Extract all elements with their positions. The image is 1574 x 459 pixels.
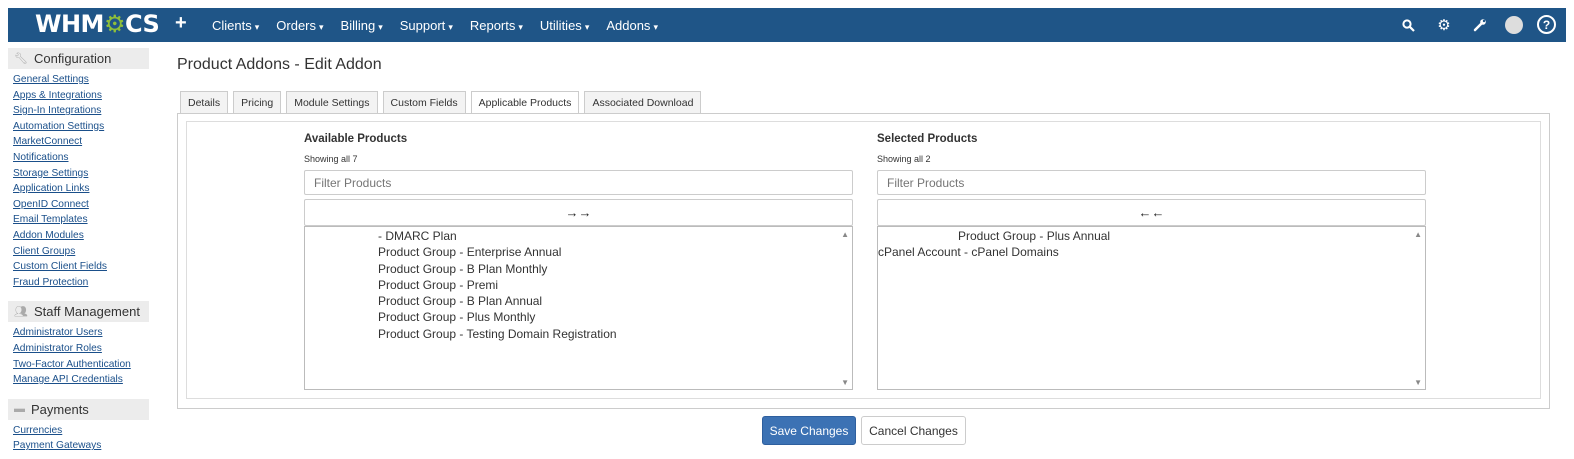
tab-custom-fields[interactable]: Custom Fields [382,91,466,114]
list-item[interactable]: - DMARC Plan [378,228,852,244]
cancel-changes-button[interactable]: Cancel Changes [861,416,966,445]
sidebar-link-fraud-protection[interactable]: Fraud Protection [13,275,149,291]
sidebar-link-storage-settings[interactable]: Storage Settings [13,166,149,182]
selected-products-list[interactable]: Product Group - Plus Annual cPanel Accou… [877,226,1426,390]
sidebar-link-manage-api-credentials[interactable]: Manage API Credentials [13,372,149,388]
wrench-icon[interactable] [1469,14,1491,36]
help-icon[interactable]: ? [1537,15,1556,34]
sidebar-link-automation-settings[interactable]: Automation Settings [13,119,149,135]
available-products-title: Available Products [304,133,408,145]
sidebar-link-email-templates[interactable]: Email Templates [13,212,149,228]
chevron-down-icon: ▾ [378,22,383,32]
chevron-down-icon: ▾ [584,22,590,32]
available-products-count: Showing all 7 [304,154,358,164]
list-item[interactable]: Product Group - Plus Annual [878,228,1425,244]
logo-gear-icon: ⚙ [103,10,126,38]
nav-utilities[interactable]: Utilities ▾ [540,18,589,33]
scroll-down-icon[interactable]: ▼ [1414,378,1422,387]
sidebar-link-apps-integrations[interactable]: Apps & Integrations [13,88,149,104]
chevron-down-icon: ▾ [653,22,658,32]
list-item[interactable]: Product Group - Enterprise Annual [378,244,852,260]
sidebar-section-staff-management: 👥︎ Staff Management [8,301,149,323]
sidebar: 🔧︎ Configuration General Settings Apps &… [8,48,149,456]
nav-orders[interactable]: Orders ▾ [276,18,323,33]
list-item[interactable]: Product Group - Testing Domain Registrat… [378,326,852,342]
list-item[interactable]: cPanel Account - cPanel Domains [878,244,1425,260]
move-all-left-button[interactable]: ←← [877,199,1426,226]
tab-associated-download[interactable]: Associated Download [584,91,702,114]
chevron-down-icon: ▾ [319,22,324,32]
tab-pricing[interactable]: Pricing [233,91,282,114]
nav-support[interactable]: Support ▾ [400,18,453,33]
payments-links: Currencies Payment Gateways [8,420,149,459]
users-icon: 👥︎ [14,306,28,319]
sidebar-link-openid-connect[interactable]: OpenID Connect [13,197,149,213]
save-changes-button[interactable]: Save Changes [762,416,856,445]
chevron-down-icon: ▾ [518,22,523,32]
nav-icon-group: ⚙ ? [1383,14,1556,36]
sidebar-link-custom-client-fields[interactable]: Custom Client Fields [13,259,149,275]
sidebar-link-notifications[interactable]: Notifications [13,150,149,166]
sidebar-section-payments: ▬ Payments [8,398,149,420]
tab-module-settings[interactable]: Module Settings [286,91,378,114]
sidebar-link-administrator-users[interactable]: Administrator Users [13,325,149,341]
chevron-down-icon: ▾ [448,22,453,32]
selected-filter-input[interactable] [877,170,1426,195]
list-item[interactable]: Product Group - Premi [378,277,852,293]
chevron-down-icon: ▾ [254,22,260,32]
sidebar-section-configuration: 🔧︎ Configuration [8,48,149,69]
tab-bar: Details Pricing Module Settings Custom F… [180,91,706,115]
staff-management-links: Administrator Users Administrator Roles … [8,322,149,392]
wrench-icon: 🔧︎ [14,53,28,65]
scroll-up-icon[interactable]: ▲ [1414,230,1422,239]
tab-applicable-products[interactable]: Applicable Products [470,91,580,115]
settings-icon[interactable]: ⚙ [1433,14,1455,36]
sidebar-link-marketconnect[interactable]: MarketConnect [13,134,149,150]
configuration-links: General Settings Apps & Integrations Sig… [8,69,149,295]
dual-listbox: Available Products Showing all 7 →→ - DM… [186,121,1541,399]
user-avatar-icon[interactable] [1505,16,1523,34]
available-products-list[interactable]: - DMARC Plan Product Group - Enterprise … [304,226,853,390]
sidebar-link-client-groups[interactable]: Client Groups [13,244,149,260]
nav-reports[interactable]: Reports ▾ [470,18,523,33]
selected-products-title: Selected Products [877,133,978,145]
money-icon: ▬ [14,403,25,416]
tab-content-panel: Available Products Showing all 7 →→ - DM… [177,113,1550,409]
nav-billing[interactable]: Billing ▾ [341,18,383,33]
page-title: Product Addons - Edit Addon [177,56,382,73]
list-item[interactable]: Product Group - Plus Monthly [378,309,852,325]
scroll-up-icon[interactable]: ▲ [841,230,849,239]
search-icon[interactable] [1397,14,1419,36]
main-menu: Clients ▾ Orders ▾ Billing ▾ Support ▾ Repor… [212,18,675,33]
move-all-right-button[interactable]: →→ [304,199,853,226]
sidebar-link-addon-modules[interactable]: Addon Modules [13,228,149,244]
scroll-down-icon[interactable]: ▼ [841,378,849,387]
sidebar-link-payment-gateways[interactable]: Payment Gateways [13,438,149,454]
sidebar-link-currencies[interactable]: Currencies [13,423,149,439]
top-navbar: WHM⚙CS + Clients ▾ Orders ▾ Billing ▾ Suppo… [8,8,1566,42]
selected-products-count: Showing all 2 [877,154,931,164]
sidebar-link-general-settings[interactable]: General Settings [13,72,149,88]
sidebar-link-administrator-roles[interactable]: Administrator Roles [13,341,149,357]
sidebar-link-two-factor-authentication[interactable]: Two-Factor Authentication [13,357,149,373]
available-filter-input[interactable] [304,170,853,195]
quick-add-button[interactable]: + [175,12,187,35]
list-item[interactable]: Product Group - B Plan Monthly [378,261,852,277]
sidebar-link-application-links[interactable]: Application Links [13,181,149,197]
whmcs-logo[interactable]: WHM⚙CS [35,10,160,38]
list-item[interactable]: Product Group - B Plan Annual [378,293,852,309]
tab-details[interactable]: Details [180,91,229,114]
sidebar-link-sign-in-integrations[interactable]: Sign-In Integrations [13,103,149,119]
nav-clients[interactable]: Clients ▾ [212,18,259,33]
nav-addons[interactable]: Addons ▾ [606,18,658,33]
